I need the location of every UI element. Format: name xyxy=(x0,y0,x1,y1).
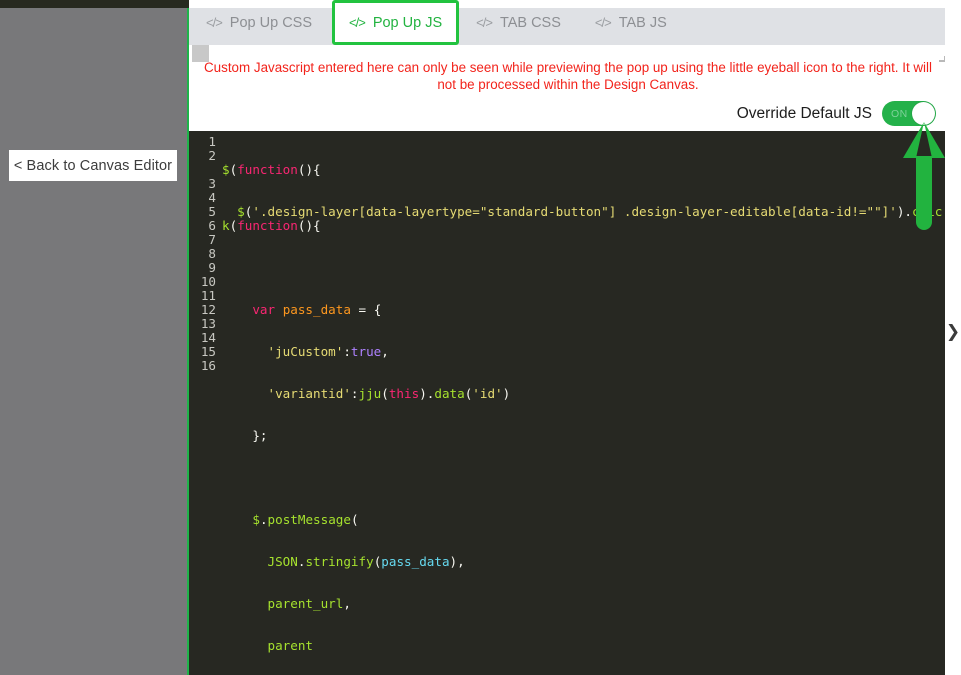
code-line-4: var pass_data = { xyxy=(252,302,382,317)
tab-tab-css[interactable]: </> TAB CSS xyxy=(459,0,578,45)
tab-bar: </> Pop Up CSS </> Pop Up JS </> TAB CSS… xyxy=(189,0,684,45)
tab-pop-up-css[interactable]: </> Pop Up CSS xyxy=(189,0,329,45)
override-default-js-toggle[interactable]: ON xyxy=(882,101,936,126)
line-number: 5 xyxy=(208,204,216,219)
override-default-js-label: Override Default JS xyxy=(736,104,872,122)
override-default-js-row: Override Default JS ON xyxy=(737,101,936,126)
code-icon: </> xyxy=(206,15,223,30)
line-number: 6 xyxy=(208,218,216,233)
code-line-11: parent_url, xyxy=(267,596,351,611)
code-icon: </> xyxy=(476,15,493,30)
line-number: 10 xyxy=(200,274,216,289)
line-number: 8 xyxy=(208,246,216,261)
tab-label: Pop Up CSS xyxy=(229,14,313,31)
line-number: 1 xyxy=(208,134,216,149)
line-number: 13 xyxy=(200,316,216,331)
line-number: 3 xyxy=(208,176,216,191)
code-icon: </> xyxy=(349,15,366,30)
tab-pop-up-js[interactable]: </> Pop Up JS xyxy=(332,0,460,45)
code-line-5: 'juCustom':true, xyxy=(267,344,389,359)
tab-label: Pop Up JS xyxy=(372,14,443,31)
line-number: 2 xyxy=(208,148,216,163)
line-number: 14 xyxy=(200,330,216,345)
code-line-7: }; xyxy=(252,428,268,443)
code-line-9: $.postMessage( xyxy=(252,512,359,527)
line-number: 11 xyxy=(200,288,216,303)
toggle-knob xyxy=(912,102,935,125)
line-number-gutter: 1 2 3 4 5 6 7 8 9 10 11 12 13 14 15 16 xyxy=(189,135,216,675)
canvas-backdrop xyxy=(0,8,189,675)
tab-tab-js[interactable]: </> TAB JS xyxy=(578,0,684,45)
code-line-1: $(function(){ xyxy=(222,162,321,177)
code-line-2: $('.design-layer[data-layertype="standar… xyxy=(222,204,943,233)
code-line-10: JSON.stringify(pass_data), xyxy=(267,554,465,569)
code-editor[interactable]: 1 2 3 4 5 6 7 8 9 10 11 12 13 14 15 16 $… xyxy=(189,131,945,675)
app-root: < Back to Canvas Editor </> Pop Up CSS <… xyxy=(0,0,961,675)
code-icon: </> xyxy=(594,15,612,30)
line-number: 12 xyxy=(200,302,216,317)
code-line-12: parent xyxy=(267,638,314,653)
toggle-state-label: ON xyxy=(891,107,908,120)
line-number: 4 xyxy=(208,190,216,205)
warning-message: Custom Javascript entered here can only … xyxy=(204,60,932,92)
back-to-canvas-editor-button[interactable]: < Back to Canvas Editor xyxy=(9,150,177,181)
line-number: 7 xyxy=(208,232,216,247)
code-lines[interactable]: $(function(){ $('.design-layer[data-laye… xyxy=(216,135,945,675)
line-number: 16 xyxy=(200,358,216,373)
tab-label: TAB JS xyxy=(618,14,667,31)
code-editor-panel: </> Pop Up CSS </> Pop Up JS </> TAB CSS… xyxy=(189,0,961,675)
expand-right-chevron-icon[interactable]: ❯ xyxy=(945,322,961,342)
code-line-6: 'variantid':jju(this).data('id') xyxy=(267,386,511,401)
line-number: 15 xyxy=(200,344,216,359)
tab-label: TAB CSS xyxy=(499,14,561,31)
line-number: 9 xyxy=(208,260,216,275)
